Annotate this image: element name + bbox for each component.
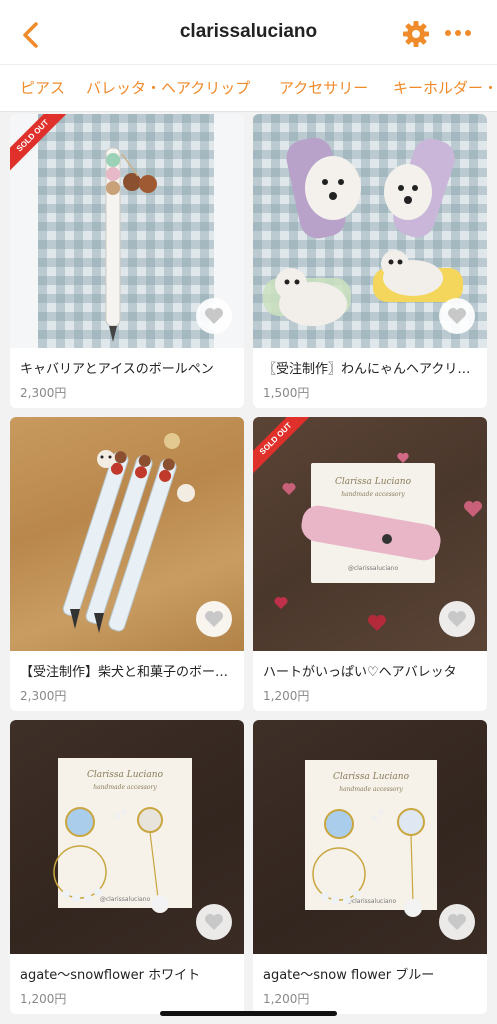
tab-pierce[interactable]: ピアス	[20, 77, 65, 98]
favorite-button[interactable]	[439, 904, 475, 940]
product-name: ハートがいっぱい♡ヘアバレッタ	[263, 665, 457, 680]
heart-icon	[448, 611, 466, 627]
more-options-icon[interactable]	[443, 22, 473, 44]
product-card[interactable]: SOLD OUT キャバリアとアイスのボールペン 2,300円	[10, 114, 244, 408]
gear-icon[interactable]	[402, 20, 430, 48]
favorite-button[interactable]	[196, 298, 232, 334]
product-price: 1,500円	[263, 386, 310, 400]
sold-out-badge: SOLD OUT	[253, 417, 313, 477]
product-card[interactable]: Clarissa Luciano handmade accessory @cla…	[10, 720, 244, 1014]
product-price: 1,200円	[263, 992, 310, 1006]
product-name: agate～snowflower ホワイト	[20, 968, 201, 983]
heart-icon	[205, 611, 223, 627]
heart-icon	[448, 308, 466, 324]
heart-icon	[205, 308, 223, 324]
tab-accessory[interactable]: アクセサリー	[279, 77, 368, 98]
product-name: キャバリアとアイスのボールペン	[20, 362, 214, 377]
page-title: clarissaluciano	[179, 21, 318, 42]
category-tabs: ピアス バレッタ・ヘアクリップ アクセサリー キーホルダー・	[0, 64, 497, 112]
product-name: 〖受注制作〗わんにゃんヘアクリ…	[263, 362, 471, 377]
favorite-button[interactable]	[439, 601, 475, 637]
back-chevron-icon[interactable]	[16, 20, 46, 50]
product-card[interactable]: Clarissa Luciano handmade accessory @cla…	[253, 417, 487, 711]
product-name: agate～snow flower ブルー	[263, 968, 435, 983]
product-price: 2,300円	[20, 689, 67, 703]
product-price: 1,200円	[263, 689, 310, 703]
heart-icon	[448, 914, 466, 930]
tab-barrette-hairclip[interactable]: バレッタ・ヘアクリップ	[86, 77, 250, 98]
favorite-button[interactable]	[196, 601, 232, 637]
product-card[interactable]: 〖受注制作〗わんにゃんヘアクリ… 1,500円	[253, 114, 487, 408]
product-card[interactable]: Clarissa Luciano handmade accessory @cla…	[253, 720, 487, 1014]
product-price: 2,300円	[20, 386, 67, 400]
favorite-button[interactable]	[439, 298, 475, 334]
top-bar: clarissaluciano	[0, 0, 497, 64]
product-price: 1,200円	[20, 992, 67, 1006]
sold-out-badge: SOLD OUT	[10, 114, 70, 174]
heart-icon	[205, 914, 223, 930]
home-indicator[interactable]	[160, 1011, 337, 1016]
tab-keyholder[interactable]: キーホルダー・	[393, 77, 497, 98]
product-card[interactable]: 【受注制作】柴犬と和菓子のボー… 2,300円	[10, 417, 244, 711]
product-name: 【受注制作】柴犬と和菓子のボー…	[20, 665, 229, 680]
favorite-button[interactable]	[196, 904, 232, 940]
